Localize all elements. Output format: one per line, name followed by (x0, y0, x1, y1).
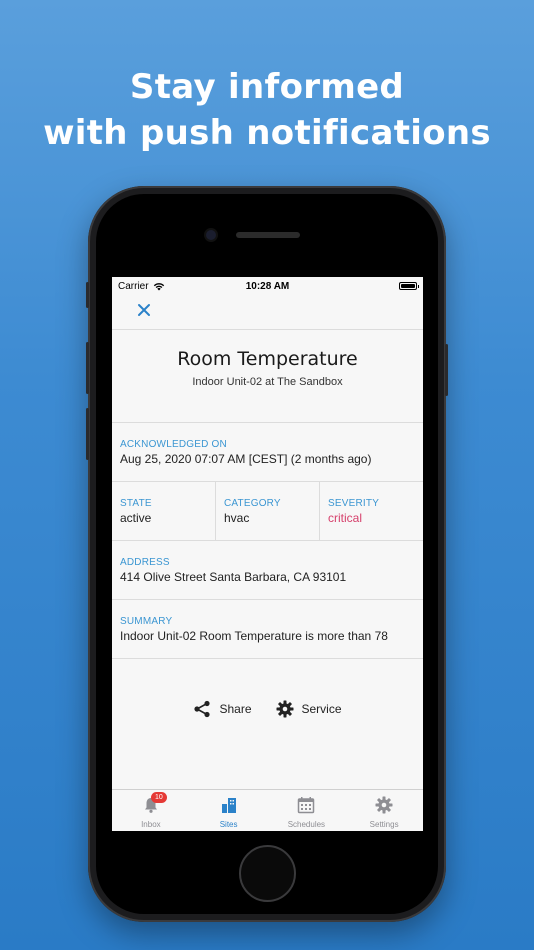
address-value: 414 Olive Street Santa Barbara, CA 93101 (120, 570, 347, 584)
carrier-label: Carrier (118, 280, 149, 292)
phone-power-button (445, 344, 448, 396)
state-value: active (120, 511, 152, 525)
tab-inbox-label: Inbox (141, 820, 161, 829)
calendar-icon (298, 797, 315, 814)
state-category-severity-row: STATE active CATEGORY hvac SEVERITY crit… (112, 482, 423, 541)
category-field: CATEGORY hvac (216, 482, 320, 540)
tab-schedules[interactable]: Schedules (268, 790, 346, 831)
settings-gear-icon (375, 796, 393, 814)
wifi-icon (153, 282, 164, 290)
acknowledged-field: ACKNOWLEDGED ON Aug 25, 2020 07:07 AM [C… (112, 423, 423, 482)
share-label: Share (219, 702, 252, 716)
headline-line-2: with push notifications (43, 113, 491, 153)
address-label: ADDRESS (120, 557, 170, 568)
inbox-badge: 10 (151, 792, 167, 803)
nav-bar (112, 295, 423, 330)
close-button[interactable] (136, 303, 152, 319)
tab-schedules-label: Schedules (287, 820, 326, 829)
earpiece-speaker (236, 232, 300, 238)
battery-icon (399, 282, 419, 290)
category-value: hvac (224, 511, 250, 525)
app-screen: Carrier 10:28 AM Room Temperature Indoor… (112, 277, 423, 831)
severity-field: SEVERITY critical (320, 482, 423, 540)
tab-settings-label: Settings (369, 820, 399, 829)
phone-mute-switch (86, 282, 89, 308)
tab-bar: 10 Inbox Sites Schedules Settings (112, 789, 423, 831)
acknowledged-value: Aug 25, 2020 07:07 AM [CEST] (2 months a… (120, 452, 372, 466)
home-button[interactable] (239, 845, 296, 902)
share-button[interactable]: Share (193, 700, 252, 718)
summary-value: Indoor Unit-02 Room Temperature is more … (120, 629, 388, 643)
tab-inbox[interactable]: 10 Inbox (112, 790, 190, 831)
building-icon (221, 798, 236, 813)
front-camera (206, 230, 216, 240)
severity-label: SEVERITY (328, 498, 380, 509)
gear-icon (276, 700, 293, 718)
acknowledged-label: ACKNOWLEDGED ON (120, 439, 227, 450)
tab-sites[interactable]: Sites (190, 790, 268, 831)
share-icon (194, 700, 211, 718)
status-left: Carrier (118, 281, 165, 292)
summary-field: SUMMARY Indoor Unit-02 Room Temperature … (112, 600, 423, 659)
alarm-header: Room Temperature Indoor Unit-02 at The S… (112, 330, 423, 423)
alarm-subtitle: Indoor Unit-02 at The Sandbox (192, 376, 343, 388)
tab-sites-label: Sites (219, 820, 238, 829)
tab-settings[interactable]: Settings (345, 790, 423, 831)
phone-volume-up (86, 342, 89, 394)
status-bar: Carrier 10:28 AM (112, 277, 423, 295)
state-field: STATE active (112, 482, 216, 540)
action-row: Share Service (112, 659, 423, 789)
alarm-title: Room Temperature (177, 348, 358, 370)
category-label: CATEGORY (224, 498, 281, 509)
severity-value: critical (328, 511, 363, 525)
service-label: Service (301, 702, 342, 716)
close-icon (138, 304, 150, 316)
state-label: STATE (120, 498, 152, 509)
summary-label: SUMMARY (120, 616, 173, 627)
service-button[interactable]: Service (276, 700, 342, 718)
headline-line-1: Stay informed (129, 67, 405, 107)
phone-volume-down (86, 408, 89, 460)
address-field: ADDRESS 414 Olive Street Santa Barbara, … (112, 541, 423, 600)
headline: Stay informed with push notifications (0, 64, 534, 156)
